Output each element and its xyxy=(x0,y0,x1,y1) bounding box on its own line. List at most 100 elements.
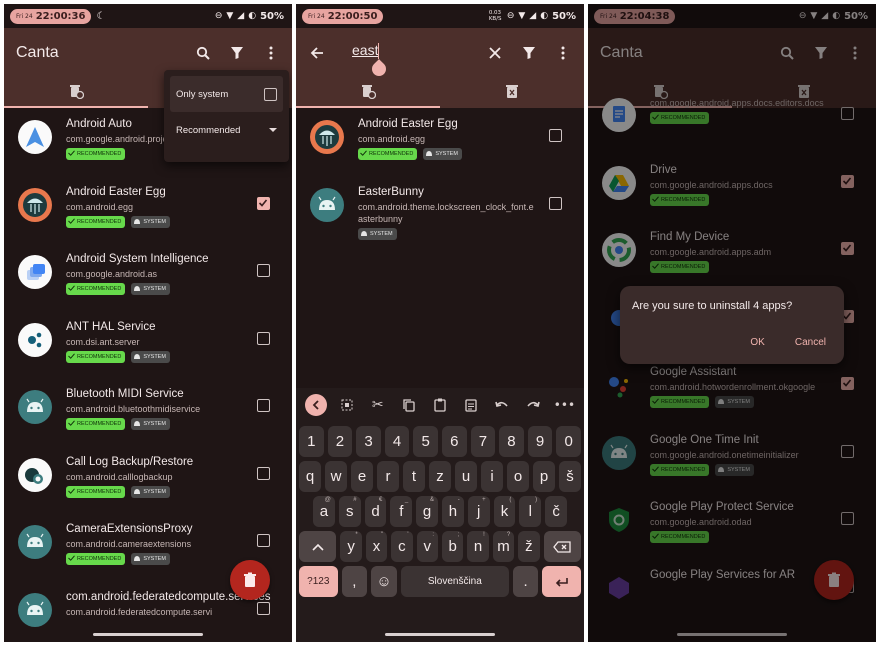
period-key[interactable]: . xyxy=(512,566,539,597)
collapse-toolbar-icon[interactable] xyxy=(304,394,327,416)
key-label: 7 xyxy=(478,433,488,450)
select-all-icon[interactable] xyxy=(336,394,358,416)
undo-icon[interactable] xyxy=(491,394,513,416)
filter-icon[interactable] xyxy=(520,44,538,62)
app-checkbox[interactable] xyxy=(549,196,562,210)
recommended-badge-label: RECOMMENDED xyxy=(77,151,122,157)
key-2[interactable]: 2 xyxy=(327,426,353,457)
app-checkbox[interactable] xyxy=(257,331,270,345)
key-i[interactable]: i xyxy=(481,461,503,492)
key-x[interactable]: x " xyxy=(365,531,388,562)
key-a[interactable]: a @ xyxy=(313,496,335,527)
app-list-item[interactable]: Android Easter Egg com.android.egg RECOMME… xyxy=(296,108,584,176)
key-z[interactable]: z xyxy=(429,461,451,492)
key-b[interactable]: b; xyxy=(441,531,464,562)
dialog-ok-button[interactable]: OK xyxy=(750,337,764,348)
back-arrow-icon[interactable] xyxy=(308,44,326,62)
shift-key[interactable] xyxy=(299,531,337,562)
app-checkbox[interactable] xyxy=(257,466,270,480)
key-m[interactable]: m? xyxy=(492,531,515,562)
cut-icon[interactable]: ✂ xyxy=(367,394,389,416)
only-system-checkbox[interactable] xyxy=(264,87,277,101)
tab-uninstall[interactable] xyxy=(4,78,148,108)
key-5[interactable]: 5 xyxy=(413,426,438,457)
key-n[interactable]: n! xyxy=(467,531,489,562)
key-row-1: qwe r t zu i opš xyxy=(296,461,584,492)
symbols-key[interactable]: ?123 xyxy=(299,566,338,597)
key-hint: * xyxy=(355,532,358,538)
comma-key[interactable]: , xyxy=(341,566,368,597)
copy-icon[interactable] xyxy=(398,394,420,416)
key-1[interactable]: 1 xyxy=(299,426,324,457)
app-checkbox[interactable] xyxy=(257,196,270,210)
more-horiz-icon[interactable]: ••• xyxy=(553,394,575,416)
app-checkbox[interactable] xyxy=(257,399,270,412)
key-0[interactable]: 0 xyxy=(556,426,581,457)
key-r[interactable]: r xyxy=(377,461,399,492)
app-checkbox[interactable] xyxy=(257,534,270,547)
clipboard-icon[interactable] xyxy=(460,394,482,416)
app-list-item[interactable]: EasterBunny com.android.theme.lockscreen_… xyxy=(296,176,584,244)
key-w[interactable]: w xyxy=(325,461,347,492)
app-checkbox[interactable] xyxy=(549,129,562,142)
emoji-key[interactable]: ☺ xyxy=(371,566,397,597)
key-4[interactable]: 4 xyxy=(384,426,410,457)
key-y[interactable]: y * xyxy=(340,531,362,562)
app-text: Bluetooth MIDI Service com.android.blueto… xyxy=(66,387,246,430)
key-k[interactable]: k( xyxy=(493,496,516,527)
cursor-handle[interactable] xyxy=(369,59,389,79)
app-list-item[interactable]: Bluetooth MIDI Service com.android.blueto… xyxy=(4,378,292,446)
key-u[interactable]: u xyxy=(455,461,477,492)
space-key[interactable]: Slovenščina xyxy=(400,566,509,597)
app-list-item[interactable]: Android Easter Egg com.android.egg RECOMME… xyxy=(4,176,292,244)
key-t[interactable]: t xyxy=(403,461,425,492)
app-list-item[interactable]: Call Log Backup/Restore com.android.calll… xyxy=(4,446,292,514)
filter-icon[interactable] xyxy=(228,44,246,62)
recommended-dropdown[interactable]: Recommended xyxy=(170,112,283,148)
search-input[interactable]: east xyxy=(352,42,380,60)
key-hint: & xyxy=(429,497,434,503)
backspace-key[interactable] xyxy=(543,531,581,562)
key-č[interactable]: č xyxy=(545,496,567,527)
only-system-option[interactable]: Only system xyxy=(170,76,283,112)
key-e[interactable]: e xyxy=(351,461,373,492)
key-j[interactable]: j + xyxy=(467,496,490,527)
key-p[interactable]: p xyxy=(533,461,555,492)
key-q[interactable]: q xyxy=(299,461,321,492)
key-9[interactable]: 9 xyxy=(527,426,553,457)
key-s[interactable]: s # xyxy=(338,496,361,527)
search-icon[interactable] xyxy=(194,44,212,62)
key-7[interactable]: 7 xyxy=(470,426,496,457)
key-label: g xyxy=(422,503,432,520)
key-h[interactable]: h- xyxy=(441,496,464,527)
enter-key[interactable] xyxy=(542,566,581,597)
tab-uninstalled[interactable] xyxy=(440,78,584,108)
app-name: Android Easter Egg xyxy=(66,185,166,198)
redo-icon[interactable] xyxy=(522,394,544,416)
uninstall-fab[interactable] xyxy=(230,560,270,600)
keyboard-toolbar: ✂ ••• xyxy=(296,388,584,422)
key-š[interactable]: š xyxy=(559,461,581,492)
key-3[interactable]: 3 xyxy=(356,426,381,457)
app-checkbox[interactable] xyxy=(257,264,270,277)
key-l[interactable]: l) xyxy=(519,496,542,527)
tab-uninstall[interactable] xyxy=(296,78,440,108)
key-c[interactable]: c ' xyxy=(391,531,413,562)
key-g[interactable]: g & xyxy=(416,496,438,527)
clear-icon[interactable] xyxy=(486,44,504,62)
key-ž[interactable]: ž xyxy=(518,531,540,562)
key-f[interactable]: f _ xyxy=(390,496,413,527)
more-vert-icon[interactable] xyxy=(554,44,572,62)
more-vert-icon[interactable] xyxy=(262,44,280,62)
key-6[interactable]: 6 xyxy=(441,426,467,457)
app-list-item[interactable]: ANT HAL Service com.dsi.ant.server RECOMME… xyxy=(4,311,292,379)
dialog-cancel-button[interactable]: Cancel xyxy=(795,337,826,348)
key-8[interactable]: 8 xyxy=(499,426,524,457)
status-bar: Fri 24 22:00:50 0.03 KB/S ⊖ ▼ ◢ ◐ 50% xyxy=(296,4,584,28)
key-o[interactable]: o xyxy=(507,461,529,492)
paste-icon[interactable] xyxy=(429,394,451,416)
app-list-item[interactable]: Android System Intelligence com.google.an… xyxy=(4,243,292,311)
key-d[interactable]: d € xyxy=(364,496,387,527)
app-checkbox[interactable] xyxy=(257,601,270,615)
key-v[interactable]: v: xyxy=(416,531,438,562)
